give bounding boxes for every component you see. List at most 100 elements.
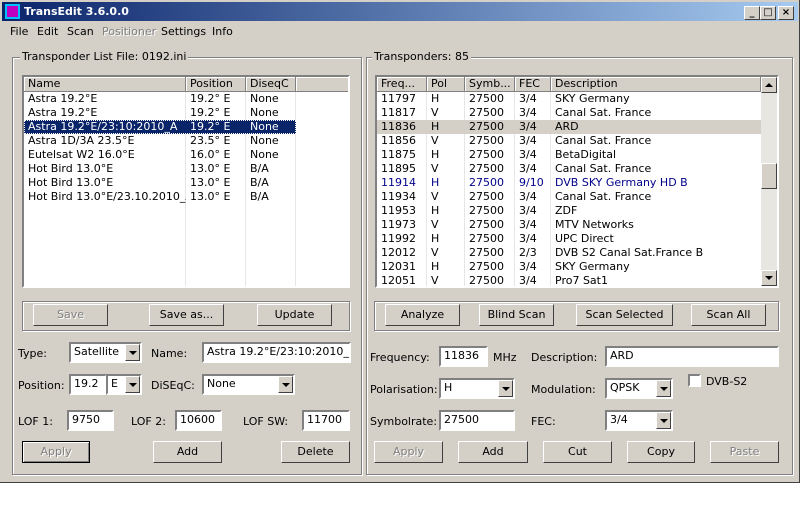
modulation-select[interactable]: QPSK [605, 378, 673, 399]
table-row[interactable]: 11875 H 27500 3/4 BetaDigital [377, 148, 761, 162]
table-row[interactable]: 11953 H 27500 3/4 ZDF [377, 204, 761, 218]
table-row[interactable]: Hot Bird 13.0°E 13.0° E B/A [24, 162, 296, 176]
menu-info[interactable]: Info [212, 25, 233, 38]
left-add-button[interactable]: Add [153, 441, 222, 463]
table-row[interactable]: 11895 V 27500 3/4 Canal Sat. France [377, 162, 761, 176]
chevron-down-icon[interactable] [125, 376, 140, 393]
table-row[interactable]: Astra 19.2°E/23:10:2010_A 19.2° E None [24, 120, 296, 134]
diseqc-select[interactable]: None [202, 374, 295, 395]
chevron-down-icon[interactable] [656, 380, 671, 397]
cell-position: 13.0° E [190, 176, 231, 189]
diseqc-label: DiSEqC: [151, 379, 195, 392]
scan-all-button[interactable]: Scan All [691, 304, 766, 326]
menu-file[interactable]: File [10, 25, 28, 38]
table-row[interactable]: 12012 V 27500 2/3 DVB S2 Canal Sat.France B [377, 246, 761, 260]
main-window: TransEdit 3.6.0.0 _ □ × File Edit Scan P… [0, 0, 800, 483]
cell-name: Astra 1D/3A 23.5°E [28, 134, 135, 147]
table-row[interactable]: Hot Bird 13.0°E 13.0° E B/A [24, 176, 296, 190]
lof2-label: LOF 2: [131, 415, 166, 428]
cell-position: 23.5° E [190, 134, 231, 147]
table-row[interactable]: 11992 H 27500 3/4 UPC Direct [377, 232, 761, 246]
lof1-field[interactable]: 9750 [67, 410, 114, 431]
table-row[interactable]: 11973 V 27500 3/4 MTV Networks [377, 218, 761, 232]
paste-button[interactable]: Paste [710, 441, 779, 463]
cell-freq: 11973 [381, 218, 416, 231]
chevron-down-icon[interactable] [498, 380, 513, 397]
analyze-button[interactable]: Analyze [385, 304, 460, 326]
cell-desc: Canal Sat. France [555, 106, 652, 119]
table-row[interactable]: 12051 V 27500 3/4 Pro7 Sat1 [377, 274, 761, 286]
chevron-down-icon[interactable] [656, 412, 671, 429]
table-row[interactable]: 11914 H 27500 9/10 DVB SKY Germany HD B [377, 176, 761, 190]
cell-freq: 11875 [381, 148, 416, 161]
fec-select[interactable]: 3/4 [605, 410, 673, 431]
cell-fec: 3/4 [519, 134, 537, 147]
polarisation-select[interactable]: H [439, 378, 515, 399]
table-row[interactable]: 12031 H 27500 3/4 SKY Germany [377, 260, 761, 274]
table-row[interactable]: 11817 V 27500 3/4 Canal Sat. France [377, 106, 761, 120]
cell-diseqc: None [250, 106, 279, 119]
table-row[interactable]: 11797 H 27500 3/4 SKY Germany [377, 92, 761, 106]
copy-button[interactable]: Copy [627, 441, 695, 463]
save-as-button[interactable]: Save as... [149, 304, 224, 326]
frequency-field[interactable]: 11836 [439, 346, 488, 367]
dvb-s2-label: DVB-S2 [706, 375, 748, 388]
chevron-down-icon[interactable] [125, 344, 140, 361]
menu-settings[interactable]: Settings [161, 25, 206, 38]
column-header-pol[interactable]: Pol [427, 77, 465, 92]
table-row[interactable]: Astra 19.2°E 19.2° E None [24, 92, 296, 106]
scan-selected-button[interactable]: Scan Selected [576, 304, 673, 326]
cut-button[interactable]: Cut [543, 441, 612, 463]
column-header-fec[interactable]: FEC [515, 77, 551, 92]
type-select-value: Satellite [74, 345, 120, 358]
table-row[interactable]: Eutelsat W2 16.0°E 16.0° E None [24, 148, 296, 162]
position-direction-select[interactable]: E [106, 374, 142, 395]
delete-button[interactable]: Delete [281, 441, 350, 463]
description-field[interactable]: ARD [605, 346, 779, 367]
table-row[interactable]: 11934 V 27500 3/4 Canal Sat. France [377, 190, 761, 204]
scroll-up-icon[interactable] [761, 77, 777, 93]
column-header-description[interactable]: Description [551, 77, 761, 92]
table-row[interactable]: 11856 V 27500 3/4 Canal Sat. France [377, 134, 761, 148]
position-field[interactable]: 19.2 [69, 374, 107, 395]
scrollbar-thumb[interactable] [761, 163, 777, 189]
transponder-list[interactable]: Freq... Pol Symb... FEC Description 1179… [375, 75, 779, 288]
right-add-button[interactable]: Add [458, 441, 528, 463]
update-button[interactable]: Update [257, 304, 332, 326]
column-header-diseqc[interactable]: DiseqC [246, 77, 296, 92]
table-row[interactable]: 11836 H 27500 3/4 ARD [377, 120, 761, 134]
table-row[interactable]: Astra 19.2°E 19.2° E None [24, 106, 296, 120]
column-header-symbolrate[interactable]: Symb... [465, 77, 515, 92]
column-header-name[interactable]: Name [24, 77, 186, 92]
cell-freq: 11934 [381, 190, 416, 203]
dvb-s2-checkbox[interactable] [688, 374, 701, 387]
close-icon[interactable]: × [778, 6, 794, 20]
transponder-list-scrollbar[interactable] [761, 77, 777, 286]
save-button[interactable]: Save [33, 304, 108, 326]
right-apply-button[interactable]: Apply [374, 441, 443, 463]
scroll-down-icon[interactable] [761, 270, 777, 286]
name-field[interactable]: Astra 19.2°E/23:10:2010_A [202, 342, 351, 363]
type-select[interactable]: Satellite [69, 342, 142, 363]
symbolrate-field[interactable]: 27500 [439, 410, 515, 431]
maximize-icon[interactable]: □ [760, 6, 776, 20]
lof2-field[interactable]: 10600 [175, 410, 222, 431]
column-header-position[interactable]: Position [186, 77, 246, 92]
left-apply-button[interactable]: Apply [22, 441, 90, 463]
cell-desc: Canal Sat. France [555, 162, 652, 175]
lofsw-field[interactable]: 11700 [302, 410, 350, 431]
blind-scan-button[interactable]: Blind Scan [479, 304, 554, 326]
column-header-frequency[interactable]: Freq... [377, 77, 427, 92]
table-row[interactable]: Hot Bird 13.0°E/23.10.2010_A 13.0° E B/A [24, 190, 296, 204]
cell-desc: UPC Direct [555, 232, 614, 245]
table-row[interactable]: Astra 1D/3A 23.5°E 23.5° E None [24, 134, 296, 148]
cell-position: 16.0° E [190, 148, 231, 161]
title-bar[interactable]: TransEdit 3.6.0.0 _ □ × [2, 2, 798, 21]
menu-positioner[interactable]: Positioner [102, 25, 156, 38]
menu-edit[interactable]: Edit [37, 25, 58, 38]
minimize-icon[interactable]: _ [744, 6, 760, 20]
chevron-down-icon[interactable] [278, 376, 293, 393]
satellite-list[interactable]: Name Position DiseqC Astra 19.2°E 19.2° E… [22, 75, 350, 288]
menu-scan[interactable]: Scan [67, 25, 94, 38]
cell-freq: 11914 [381, 176, 416, 189]
